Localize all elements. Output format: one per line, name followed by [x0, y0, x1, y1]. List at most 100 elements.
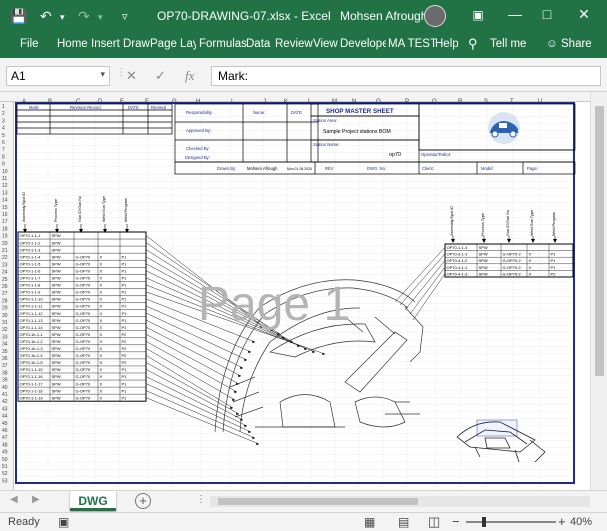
row-header[interactable]: 52: [2, 471, 8, 477]
tab-formulas[interactable]: Formulas: [199, 38, 247, 50]
left-table-cell[interactable]: X: [100, 332, 103, 337]
left-table-cell[interactable]: G-OP70: [76, 261, 91, 266]
left-table-cell[interactable]: G-OP70: [76, 339, 91, 344]
tab-draw[interactable]: Draw: [123, 38, 150, 50]
row-header[interactable]: 24: [2, 270, 8, 276]
row-header[interactable]: 13: [2, 190, 8, 196]
left-table-cell[interactable]: G-OP70: [76, 360, 91, 365]
left-table-cell[interactable]: P2: [122, 353, 128, 358]
row-header[interactable]: 2: [2, 111, 5, 117]
left-table-cell[interactable]: OP70-1-1-13: [20, 318, 44, 323]
cancel-icon[interactable]: ✕: [126, 68, 137, 84]
left-table-cell[interactable]: SPW: [52, 346, 61, 351]
left-table-cell[interactable]: SPW: [52, 339, 61, 344]
left-table-cell[interactable]: X: [100, 268, 103, 273]
right-table-cell[interactable]: SPW: [479, 245, 488, 250]
left-table-cell[interactable]: OP70-1-1-3: [20, 247, 42, 252]
left-table-cell[interactable]: OP70-1b-1-5: [20, 360, 44, 365]
row-header[interactable]: 12: [2, 183, 8, 189]
left-table-cell[interactable]: SPW: [52, 240, 61, 245]
left-table-cell[interactable]: X: [100, 254, 103, 259]
zoom-level[interactable]: 40%: [570, 516, 592, 528]
horizontal-scrollbar[interactable]: [210, 496, 590, 507]
right-table-cell[interactable]: P1: [551, 265, 557, 270]
left-table-cell[interactable]: P1: [122, 318, 128, 323]
left-table-cell[interactable]: OP70-1-1-7: [20, 276, 42, 281]
tab-home[interactable]: Home: [57, 38, 88, 50]
left-table-cell[interactable]: OP70-1-1-16: [20, 374, 44, 379]
left-table-cell[interactable]: OP70-1-1-14: [20, 325, 44, 330]
left-table-cell[interactable]: P2: [122, 360, 128, 365]
left-table-cell[interactable]: P1: [122, 395, 128, 400]
row-header[interactable]: 33: [2, 334, 8, 340]
row-header[interactable]: 18: [2, 226, 8, 232]
right-table-cell[interactable]: X: [529, 265, 532, 270]
redo-icon[interactable]: ↷: [78, 8, 90, 25]
right-table-cell[interactable]: P1: [551, 252, 557, 257]
row-header[interactable]: 9: [2, 162, 5, 168]
row-header[interactable]: 6: [2, 140, 5, 146]
right-table-cell[interactable]: SPW: [479, 271, 488, 276]
left-table-cell[interactable]: G-OP70: [76, 297, 91, 302]
left-table-cell[interactable]: X: [100, 360, 103, 365]
page-break-view-icon[interactable]: ◫: [428, 514, 440, 530]
left-table-cell[interactable]: P1: [122, 254, 128, 259]
save-icon[interactable]: 💾: [10, 8, 27, 25]
left-table-cell[interactable]: P1: [122, 311, 128, 316]
undo-dropdown-icon[interactable]: ▾: [60, 12, 65, 23]
tab-help[interactable]: Help: [435, 38, 459, 50]
row-header[interactable]: 10: [2, 169, 8, 175]
left-table-cell[interactable]: OP70-1b-1-4: [20, 353, 44, 358]
left-table-cell[interactable]: X: [100, 290, 103, 295]
sheet-tab-dwg[interactable]: DWG: [70, 491, 116, 511]
worksheet[interactable]: ABCDEFGHIJKLMNOPQRSTU 123456789101112131…: [0, 92, 607, 490]
right-table-cell[interactable]: G-OP70-2: [503, 252, 522, 257]
left-table-cell[interactable]: SPW: [52, 290, 61, 295]
row-header[interactable]: 29: [2, 306, 8, 312]
left-table-cell[interactable]: P2: [122, 332, 128, 337]
row-header[interactable]: 11: [2, 176, 7, 182]
left-table-cell[interactable]: SPW: [52, 332, 61, 337]
tab-view[interactable]: View: [313, 38, 338, 50]
left-table-cell[interactable]: G-OP70: [76, 290, 91, 295]
left-table-cell[interactable]: OP70-1-1-2: [20, 240, 42, 245]
prev-sheet-icon[interactable]: ◀: [10, 494, 18, 505]
right-table-cell[interactable]: SPW: [479, 258, 488, 263]
row-header[interactable]: 25: [2, 277, 8, 283]
row-header[interactable]: 53: [2, 478, 8, 484]
zoom-slider[interactable]: [466, 517, 556, 527]
left-table-cell[interactable]: X: [100, 381, 103, 386]
left-table-cell[interactable]: SPW: [52, 261, 61, 266]
zoom-out-icon[interactable]: −: [452, 514, 460, 529]
left-table-cell[interactable]: P2: [122, 339, 128, 344]
left-table-cell[interactable]: P1: [122, 367, 128, 372]
left-table-cell[interactable]: X: [100, 297, 103, 302]
left-table-cell[interactable]: OP70-1-1-4: [20, 254, 42, 259]
left-table-cell[interactable]: SPW: [52, 233, 61, 238]
zoom-slider-thumb[interactable]: [482, 517, 486, 527]
row-header[interactable]: 21: [2, 248, 8, 254]
right-table-cell[interactable]: G-OP70-2: [503, 258, 522, 263]
tab-insert[interactable]: Insert: [91, 38, 120, 50]
maximize-icon[interactable]: □: [537, 6, 557, 22]
row-header[interactable]: 34: [2, 342, 8, 348]
left-table-cell[interactable]: OP70-1-1-8: [20, 283, 42, 288]
left-table-cell[interactable]: X: [100, 318, 103, 323]
left-table-cell[interactable]: OP70-1-1-19: [20, 395, 44, 400]
left-table-cell[interactable]: OP70-1-1-15: [20, 367, 44, 372]
right-table-cell[interactable]: OP70-4-1-2: [447, 258, 469, 263]
left-table-cell[interactable]: SPW: [52, 367, 61, 372]
left-table-cell[interactable]: OP70-1-1-18: [20, 388, 44, 393]
row-header[interactable]: 32: [2, 327, 8, 333]
right-table-cell[interactable]: SPW: [479, 252, 488, 257]
left-table-cell[interactable]: SPW: [52, 388, 61, 393]
next-sheet-icon[interactable]: ▶: [32, 494, 40, 505]
left-table-cell[interactable]: OP70-1-1-5: [20, 261, 42, 266]
left-table-cell[interactable]: P1: [122, 381, 128, 386]
right-table-cell[interactable]: X: [529, 252, 532, 257]
left-table-cell[interactable]: G-OP70: [76, 332, 91, 337]
row-header[interactable]: 3: [2, 118, 5, 124]
row-header[interactable]: 48: [2, 442, 8, 448]
left-table-cell[interactable]: OP70-1-1-17: [20, 381, 44, 386]
left-table-cell[interactable]: SPW: [52, 325, 61, 330]
